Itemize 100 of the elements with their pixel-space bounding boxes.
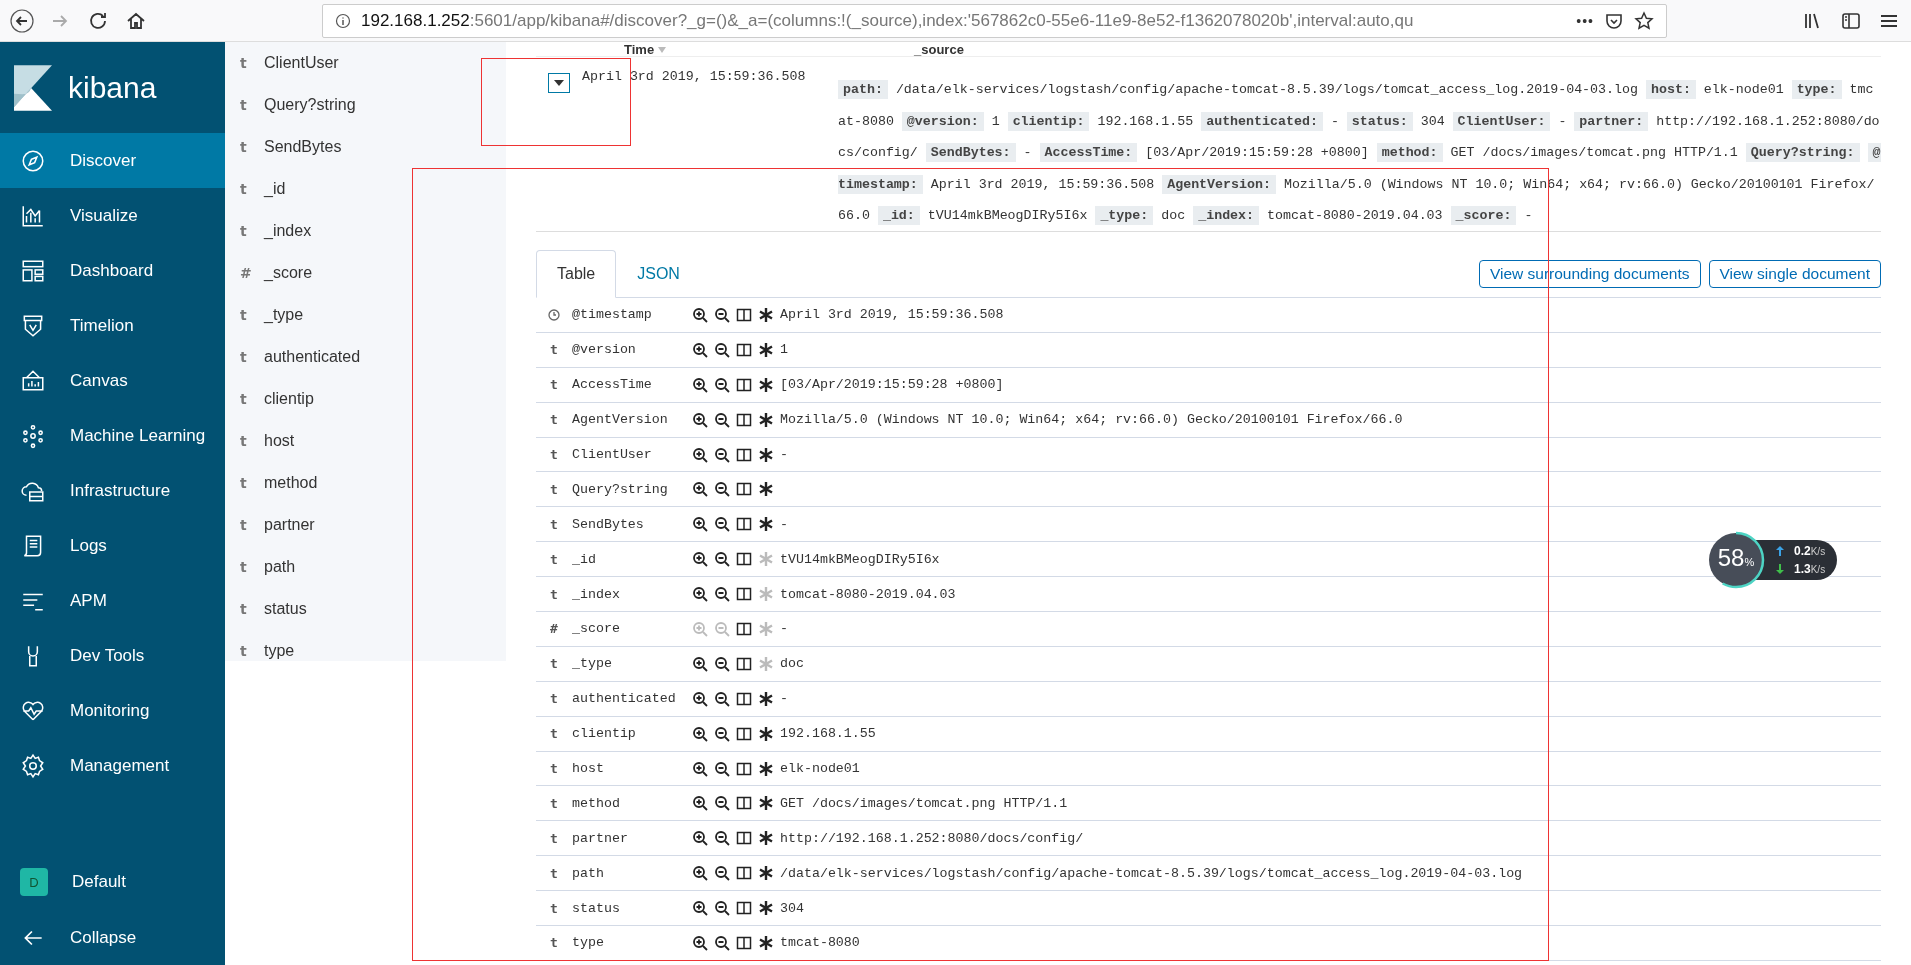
zoom-out-icon[interactable]	[714, 655, 730, 672]
columns-icon[interactable]	[736, 341, 752, 358]
zoom-in-icon[interactable]	[692, 376, 708, 393]
field-item[interactable]: t _index	[240, 210, 506, 252]
zoom-out-icon[interactable]	[714, 690, 730, 707]
zoom-in-icon[interactable]	[692, 551, 708, 568]
zoom-out-icon[interactable]	[714, 306, 730, 323]
asterisk-icon[interactable]	[758, 830, 774, 847]
columns-icon[interactable]	[736, 865, 752, 882]
zoom-in-icon[interactable]	[692, 934, 708, 951]
address-bar[interactable]: 192.168.1.252:5601/app/kibana#/discover?_g=()&_a=(columns:!(_source),index:'567862c0-55e6-11e9-8e52-f1362078020b',interval:auto,qu •••	[322, 3, 1667, 38]
zoom-out-icon[interactable]	[714, 725, 730, 742]
zoom-in-icon[interactable]	[692, 481, 708, 498]
asterisk-icon[interactable]	[758, 516, 774, 533]
columns-icon[interactable]	[736, 411, 752, 428]
zoom-out-icon[interactable]	[714, 551, 730, 568]
asterisk-icon[interactable]	[758, 690, 774, 707]
columns-icon[interactable]	[736, 690, 752, 707]
columns-icon[interactable]	[736, 725, 752, 742]
columns-icon[interactable]	[736, 620, 752, 637]
columns-icon[interactable]	[736, 446, 752, 463]
columns-icon[interactable]	[736, 655, 752, 672]
asterisk-icon[interactable]	[758, 760, 774, 777]
zoom-out-icon[interactable]	[714, 341, 730, 358]
asterisk-icon[interactable]	[758, 865, 774, 882]
zoom-in-icon[interactable]	[692, 341, 708, 358]
asterisk-icon[interactable]	[758, 306, 774, 323]
zoom-in-icon[interactable]	[692, 411, 708, 428]
zoom-in-icon[interactable]	[692, 655, 708, 672]
zoom-out-icon[interactable]	[714, 376, 730, 393]
columns-icon[interactable]	[736, 551, 752, 568]
nav-item[interactable]: Visualize	[0, 188, 225, 243]
zoom-in-icon[interactable]	[692, 516, 708, 533]
zoom-in-icon[interactable]	[692, 795, 708, 812]
field-item[interactable]: t Query?string	[240, 84, 506, 126]
field-item[interactable]: t type	[240, 630, 506, 672]
zoom-in-icon[interactable]	[692, 690, 708, 707]
field-item[interactable]: t _type	[240, 294, 506, 336]
nav-item[interactable]: Management	[0, 738, 225, 793]
zoom-in-icon[interactable]	[692, 760, 708, 777]
asterisk-icon[interactable]	[758, 376, 774, 393]
back-icon[interactable]	[10, 8, 34, 33]
columns-icon[interactable]	[736, 306, 752, 323]
field-item[interactable]: t ClientUser	[240, 42, 506, 84]
zoom-in-icon[interactable]	[692, 900, 708, 917]
field-item[interactable]: t authenticated	[240, 336, 506, 378]
asterisk-icon[interactable]	[758, 341, 774, 358]
zoom-out-icon[interactable]	[714, 865, 730, 882]
zoom-out-icon[interactable]	[714, 900, 730, 917]
nav-item[interactable]: Infrastructure	[0, 463, 225, 518]
asterisk-icon[interactable]	[758, 481, 774, 498]
nav-item[interactable]: Logs	[0, 518, 225, 573]
nav-item[interactable]: APM	[0, 573, 225, 628]
document-link-button[interactable]: View single document	[1708, 260, 1881, 288]
nav-item[interactable]: Timelion	[0, 298, 225, 353]
columns-icon[interactable]	[736, 900, 752, 917]
field-item[interactable]: t SendBytes	[240, 126, 506, 168]
zoom-out-icon[interactable]	[714, 586, 730, 603]
nav-item[interactable]: Canvas	[0, 353, 225, 408]
zoom-in-icon[interactable]	[692, 586, 708, 603]
tab[interactable]: Table	[536, 250, 617, 298]
columns-icon[interactable]	[736, 795, 752, 812]
zoom-out-icon[interactable]	[714, 516, 730, 533]
columns-icon[interactable]	[736, 830, 752, 847]
zoom-out-icon[interactable]	[714, 795, 730, 812]
collapse-button[interactable]: Collapse	[0, 910, 225, 965]
zoom-out-icon[interactable]	[714, 934, 730, 951]
zoom-out-icon[interactable]	[714, 760, 730, 777]
field-item[interactable]: # _score	[240, 252, 506, 294]
zoom-in-icon[interactable]	[692, 725, 708, 742]
zoom-in-icon[interactable]	[692, 865, 708, 882]
columns-icon[interactable]	[736, 481, 752, 498]
field-item[interactable]: t partner	[240, 504, 506, 546]
asterisk-icon[interactable]	[758, 934, 774, 951]
zoom-out-icon[interactable]	[714, 830, 730, 847]
zoom-in-icon[interactable]	[692, 446, 708, 463]
asterisk-icon[interactable]	[758, 795, 774, 812]
space-selector[interactable]: D Default	[0, 854, 225, 910]
tab[interactable]: JSON	[616, 250, 701, 298]
zoom-out-icon[interactable]	[714, 481, 730, 498]
field-item[interactable]: t status	[240, 588, 506, 630]
asterisk-icon[interactable]	[758, 900, 774, 917]
field-item[interactable]: t clientip	[240, 378, 506, 420]
column-header[interactable]: Time	[536, 43, 914, 56]
zoom-out-icon[interactable]	[714, 446, 730, 463]
columns-icon[interactable]	[736, 934, 752, 951]
zoom-in-icon[interactable]	[692, 306, 708, 323]
star-icon[interactable]	[1634, 10, 1654, 31]
columns-icon[interactable]	[736, 760, 752, 777]
more-button[interactable]: •••	[1576, 12, 1594, 29]
nav-item[interactable]: Monitoring	[0, 683, 225, 738]
field-item[interactable]: t method	[240, 462, 506, 504]
asterisk-icon[interactable]	[758, 725, 774, 742]
field-item[interactable]: t path	[240, 546, 506, 588]
nav-item[interactable]: Machine Learning	[0, 408, 225, 463]
asterisk-icon[interactable]	[758, 411, 774, 428]
zoom-in-icon[interactable]	[692, 830, 708, 847]
field-item[interactable]: t host	[240, 420, 506, 462]
nav-item[interactable]: Dev Tools	[0, 628, 225, 683]
columns-icon[interactable]	[736, 376, 752, 393]
